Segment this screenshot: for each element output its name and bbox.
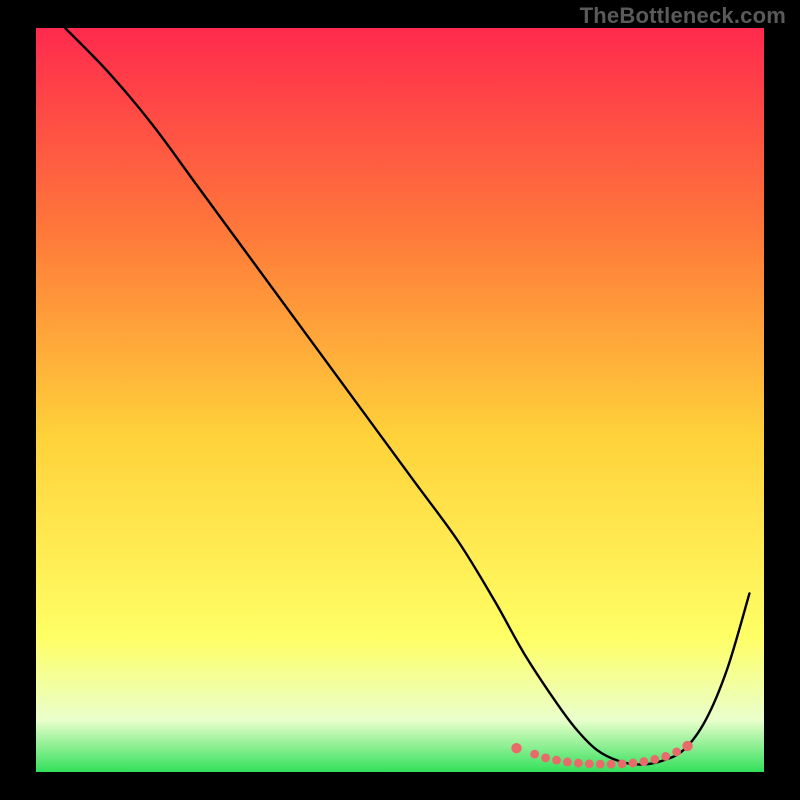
highlight-dot <box>585 759 594 768</box>
highlight-dot <box>541 753 550 762</box>
highlight-dot <box>629 759 638 768</box>
plot-background <box>36 28 764 772</box>
highlight-dot <box>661 752 670 761</box>
chart-frame: TheBottleneck.com <box>0 0 800 800</box>
highlight-dot <box>607 760 616 769</box>
highlight-dot <box>552 756 561 765</box>
highlight-dot <box>682 741 692 751</box>
chart-svg <box>0 0 800 800</box>
watermark-text: TheBottleneck.com <box>580 3 786 29</box>
highlight-dot <box>650 755 659 764</box>
highlight-dot <box>596 760 605 769</box>
highlight-dot <box>563 758 572 767</box>
highlight-dot <box>574 759 583 768</box>
highlight-dot <box>618 759 627 768</box>
highlight-dot <box>639 757 648 766</box>
highlight-dot <box>530 750 539 759</box>
highlight-dot <box>672 748 681 757</box>
highlight-dot <box>511 743 521 753</box>
